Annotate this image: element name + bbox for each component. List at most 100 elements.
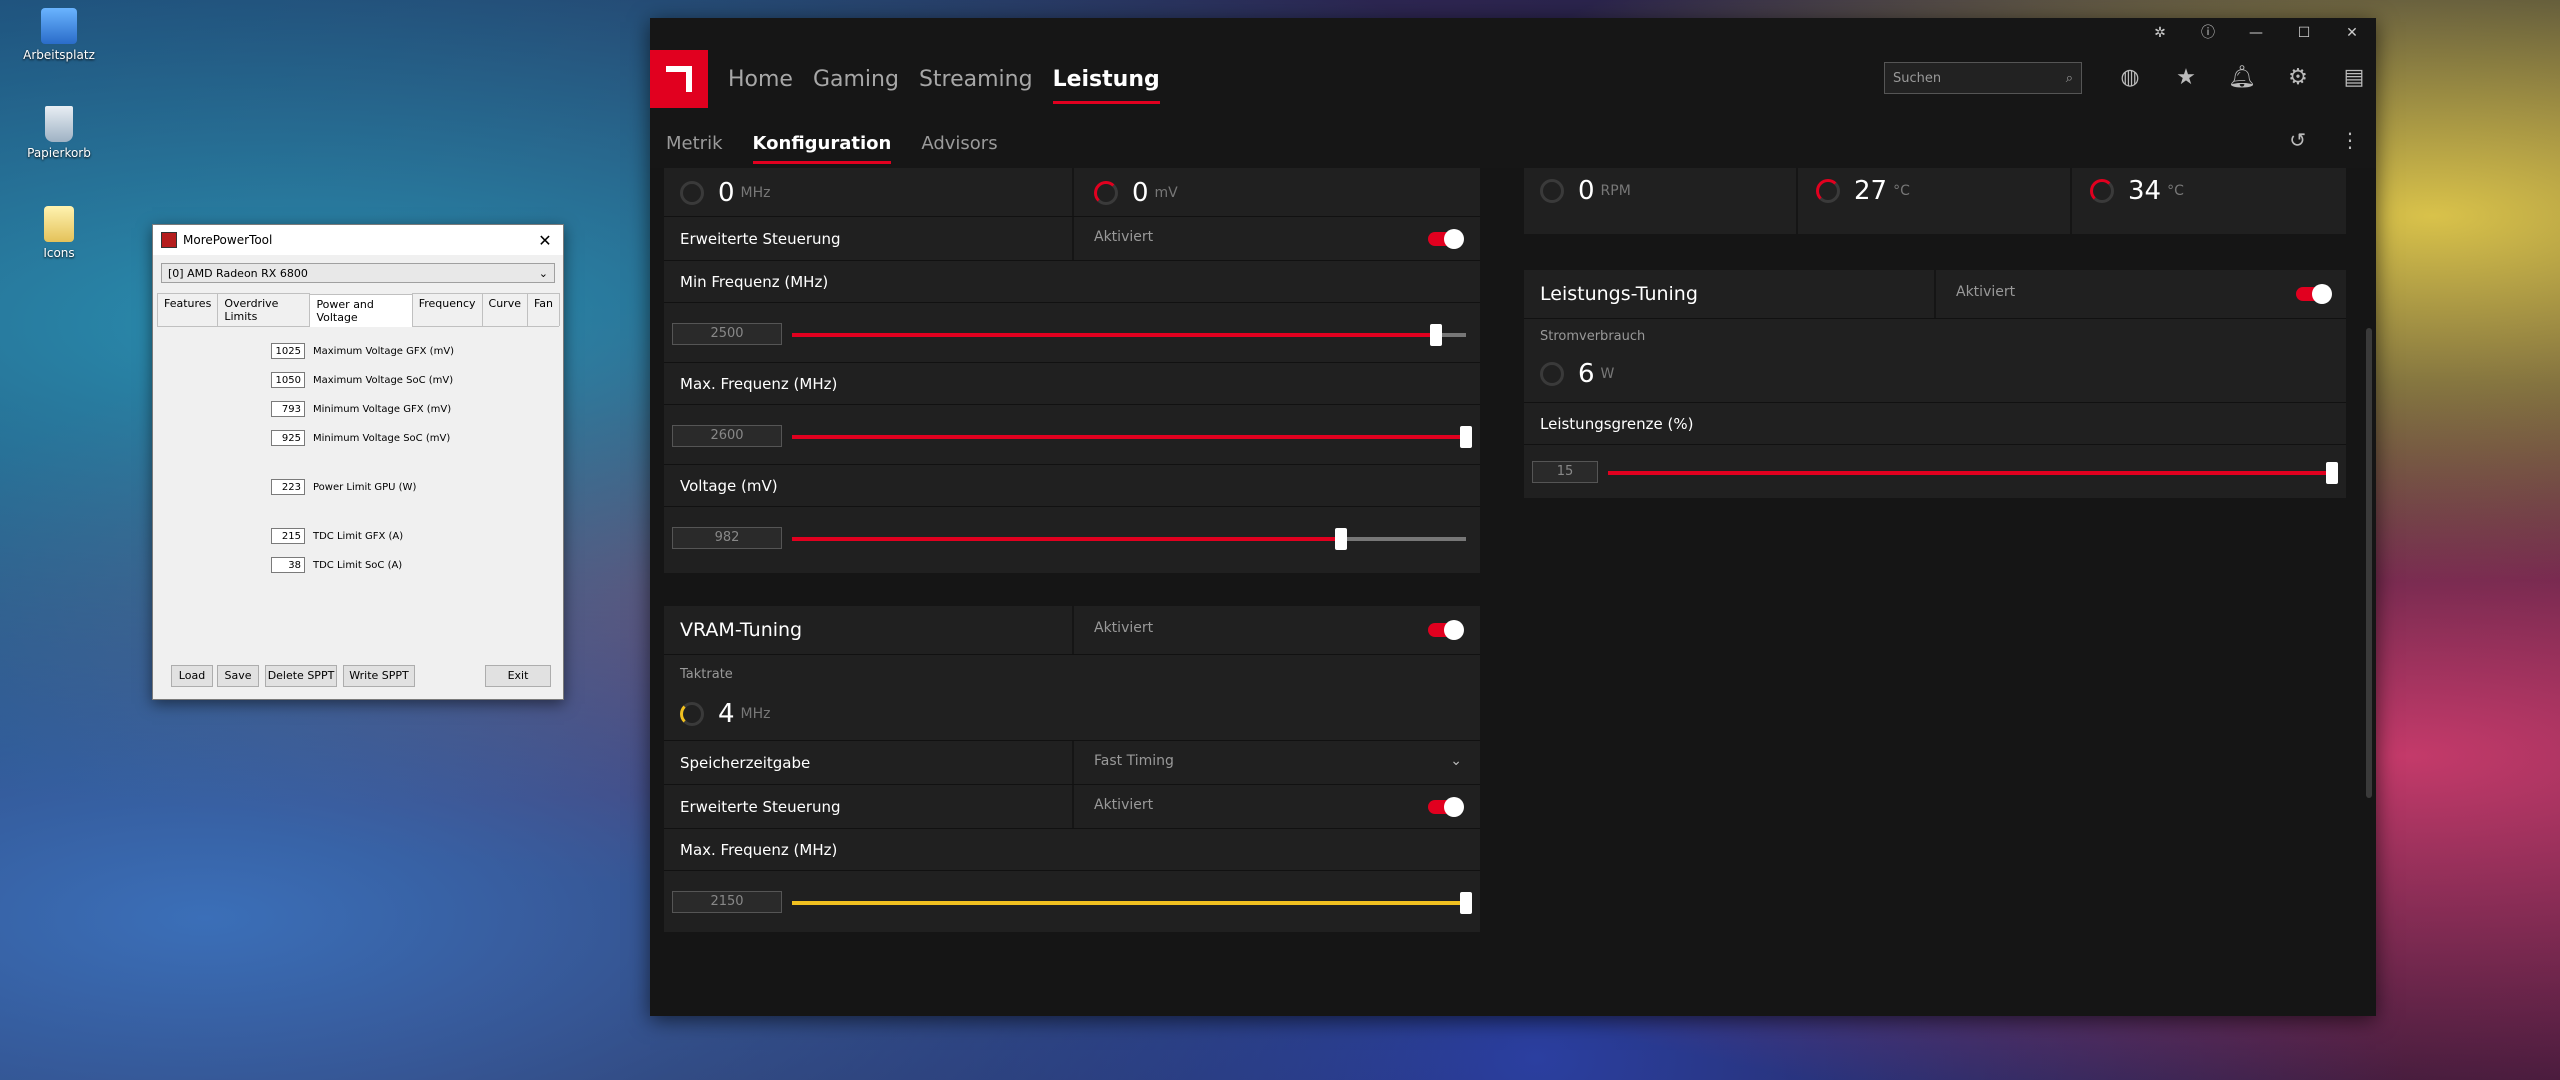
scrollbar[interactable] [2366,328,2372,798]
min-freq-slider[interactable] [792,324,1466,346]
tab-power-and-voltage[interactable]: Power and Voltage [309,294,413,327]
tab-features[interactable]: Features [157,293,219,326]
field-min-voltage-soc: 925 Minimum Voltage SoC (mV) [271,430,450,446]
temp1-value: 27 [1854,176,1888,206]
field-label: Minimum Voltage SoC (mV) [313,432,451,444]
speicherzeitgabe-label: Speicherzeitgabe [680,754,811,772]
max-freq-input[interactable]: 2600 [672,425,782,447]
desktop-icon-arbeitsplatz[interactable]: Arbeitsplatz [14,8,104,62]
desktop-icon-icons[interactable]: Icons [14,206,104,260]
nav-leistung[interactable]: Leistung [1052,55,1160,104]
gauge-icon [1816,179,1840,203]
power-status: Aktiviert [1956,284,2016,300]
min-freq-input[interactable]: 2500 [672,323,782,345]
power-tuning-toggle[interactable] [2296,284,2332,304]
field-min-voltage-gfx: 793 Minimum Voltage GFX (mV) [271,401,451,417]
slider-thumb[interactable] [1460,892,1472,914]
mpt-titlebar[interactable]: MorePowerTool ✕ [153,225,563,255]
tab-advisors[interactable]: Advisors [921,123,997,164]
desktop-icon-label: Arbeitsplatz [23,48,95,62]
nav-streaming[interactable]: Streaming [919,55,1033,104]
star-icon[interactable]: ★ [2158,62,2214,94]
power-limit-gpu-input[interactable]: 223 [271,479,305,495]
search-input[interactable]: Suchen [1893,71,2066,86]
divider [1072,606,1074,654]
tab-fan[interactable]: Fan [526,293,560,326]
tab-curve[interactable]: Curve [481,293,528,326]
max-voltage-soc-input[interactable]: 1050 [271,372,305,388]
power-limit-slider[interactable] [1608,462,2338,484]
temp2-metric: 34 °C [2090,176,2184,206]
temp2-unit: °C [2167,183,2184,199]
slider-fill [792,333,1436,337]
voltage-input[interactable]: 982 [672,527,782,549]
sub-nav: Metrik Konfiguration Advisors [666,118,1028,168]
tdc-limit-soc-input[interactable]: 38 [271,557,305,573]
erweiterte-steuerung-row: Erweiterte Steuerung Aktiviert [664,216,1480,261]
voltage-label-row: Voltage (mV) [664,464,1480,507]
globe-icon[interactable]: ◍ [2102,62,2158,94]
vram-max-freq-slider[interactable] [792,892,1472,914]
sub-nav-icons: ↺ ⋮ [2289,128,2360,152]
tab-metrik[interactable]: Metrik [666,123,723,164]
gpu-select[interactable]: [0] AMD Radeon RX 6800 ⌄ [161,263,555,283]
tdc-limit-gfx-input[interactable]: 215 [271,528,305,544]
write-sppt-button[interactable]: Write SPPT [343,665,415,687]
amd-logo[interactable] [650,50,708,108]
sidebar-icon[interactable]: ▤ [2326,62,2376,94]
fan-rpm-value: 0 [1578,176,1595,206]
erweiterte-steuerung-toggle[interactable] [1428,229,1464,249]
help-icon[interactable]: ⓘ [2184,18,2232,48]
vram-clock-unit: MHz [740,706,771,722]
load-button[interactable]: Load [171,665,213,687]
vram-erweiterte-status: Aktiviert [1094,797,1154,813]
tab-overdrive-limits[interactable]: Overdrive Limits [217,293,311,326]
power-title: Leistungs-Tuning [1540,283,1698,305]
tab-konfiguration[interactable]: Konfiguration [752,123,891,164]
max-freq-slider[interactable] [792,426,1472,448]
content-area: 0 MHz 0 mV Erweiterte Steuerung Aktivier… [650,168,2376,1016]
chevron-down-icon: ⌄ [538,266,548,280]
gear-icon[interactable]: ⚙ [2270,62,2326,94]
slider-fill [1608,471,2332,475]
voltage-slider[interactable] [792,528,1466,550]
vram-max-freq-input[interactable]: 2150 [672,891,782,913]
desktop-icon-papierkorb[interactable]: Papierkorb [14,106,104,160]
field-label: TDC Limit GFX (A) [313,530,404,542]
delete-sppt-button[interactable]: Delete SPPT [265,665,337,687]
bug-report-icon[interactable]: ✲ [2136,18,2184,48]
minimize-icon[interactable]: — [2232,18,2280,48]
power-limit-input[interactable]: 15 [1532,461,1598,483]
slider-thumb[interactable] [1460,426,1472,448]
gauge-icon [680,702,704,726]
gauge-icon [1540,362,1564,386]
search-box[interactable]: Suchen ⌕ [1884,62,2082,94]
slider-thumb[interactable] [2326,462,2338,484]
save-button[interactable]: Save [217,665,259,687]
exit-button[interactable]: Exit [485,665,551,687]
min-voltage-gfx-input[interactable]: 793 [271,401,305,417]
power-header-row: Leistungs-Tuning Aktiviert [1524,270,2346,318]
vram-erweiterte-toggle[interactable] [1428,797,1464,817]
min-freq-label-row: Min Frequenz (MHz) [664,260,1480,303]
memory-timing-dropdown[interactable]: Fast Timing ⌄ [1074,741,1480,785]
gauge-icon [1094,181,1118,205]
reset-icon[interactable]: ↺ [2289,128,2306,152]
nav-gaming[interactable]: Gaming [813,55,899,104]
maximize-icon[interactable]: ☐ [2280,18,2328,48]
gpu-select-value: [0] AMD Radeon RX 6800 [168,266,308,280]
min-voltage-soc-input[interactable]: 925 [271,430,305,446]
close-icon[interactable]: ✕ [535,231,555,250]
slider-thumb[interactable] [1335,528,1348,550]
tab-frequency[interactable]: Frequency [411,293,483,326]
bell-icon[interactable]: 🔔︎ [2214,62,2270,94]
nav-home[interactable]: Home [728,55,793,104]
close-icon[interactable]: ✕ [2328,18,2376,48]
vram-tuning-toggle[interactable] [1428,620,1464,640]
voltage-label: Voltage (mV) [680,477,778,495]
max-voltage-gfx-input[interactable]: 1025 [271,343,305,359]
more-options-icon[interactable]: ⋮ [2340,128,2360,152]
slider-thumb[interactable] [1429,324,1442,346]
gpu-voltage-value: 0 [1132,178,1149,208]
vram-header-row: VRAM-Tuning Aktiviert [664,606,1480,654]
